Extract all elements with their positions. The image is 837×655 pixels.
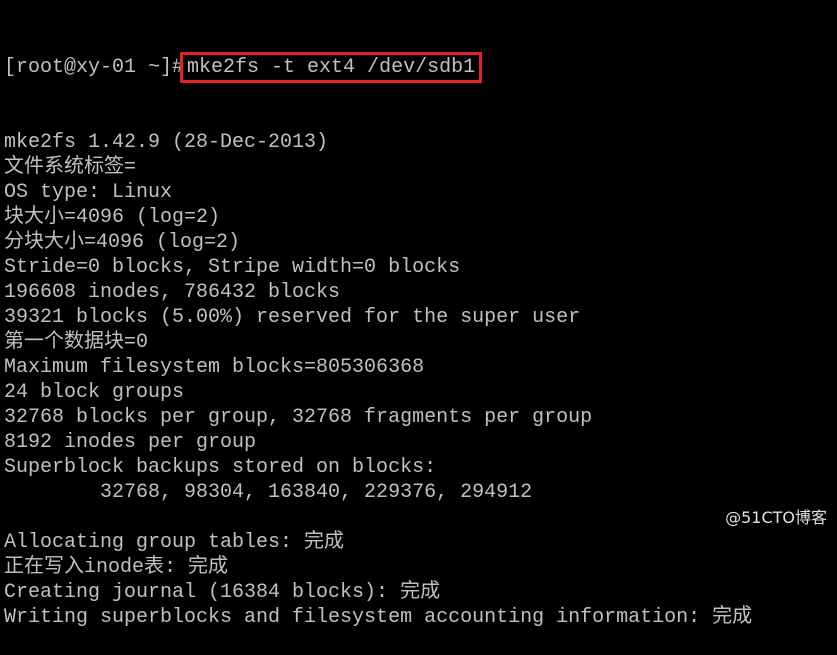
output-line: Creating journal (16384 blocks): 完成 [4,581,441,604]
output-line: 32768 blocks per group, 32768 fragments … [4,406,593,429]
output-line: 24 block groups [4,381,185,404]
output-line: 分块大小=4096 (log=2) [4,231,241,254]
output-line: Maximum filesystem blocks=805306368 [4,356,425,379]
output-line: 第一个数据块=0 [4,331,149,354]
watermark: @51CTO博客 [725,508,827,527]
command-line: [root@xy-01 ~]# mke2fs -t ext4 /dev/sdb1 [4,52,752,83]
output-line: 8192 inodes per group [4,431,257,454]
output-line: 文件系统标签= [4,156,137,179]
output-line: Superblock backups stored on blocks: [4,456,437,479]
output-line: 块大小=4096 (log=2) [4,206,221,229]
output-line: OS type: Linux [4,181,173,204]
terminal-output: [root@xy-01 ~]# mke2fs -t ext4 /dev/sdb1 … [4,5,752,655]
output-line: 正在写入inode表: 完成 [4,556,229,579]
output-line: Allocating group tables: 完成 [4,531,345,554]
output-line: 196608 inodes, 786432 blocks [4,281,341,304]
output-line: Stride=0 blocks, Stripe width=0 blocks [4,256,461,279]
output-line: 39321 blocks (5.00%) reserved for the su… [4,306,581,329]
output-line: 32768, 98304, 163840, 229376, 294912 [4,481,533,504]
highlighted-command: mke2fs -t ext4 /dev/sdb1 [180,52,483,83]
output-line: mke2fs 1.42.9 (28-Dec-2013) [4,131,329,154]
prompt: [root@xy-01 ~]# [4,56,185,79]
output-line: Writing superblocks and filesystem accou… [4,606,753,629]
